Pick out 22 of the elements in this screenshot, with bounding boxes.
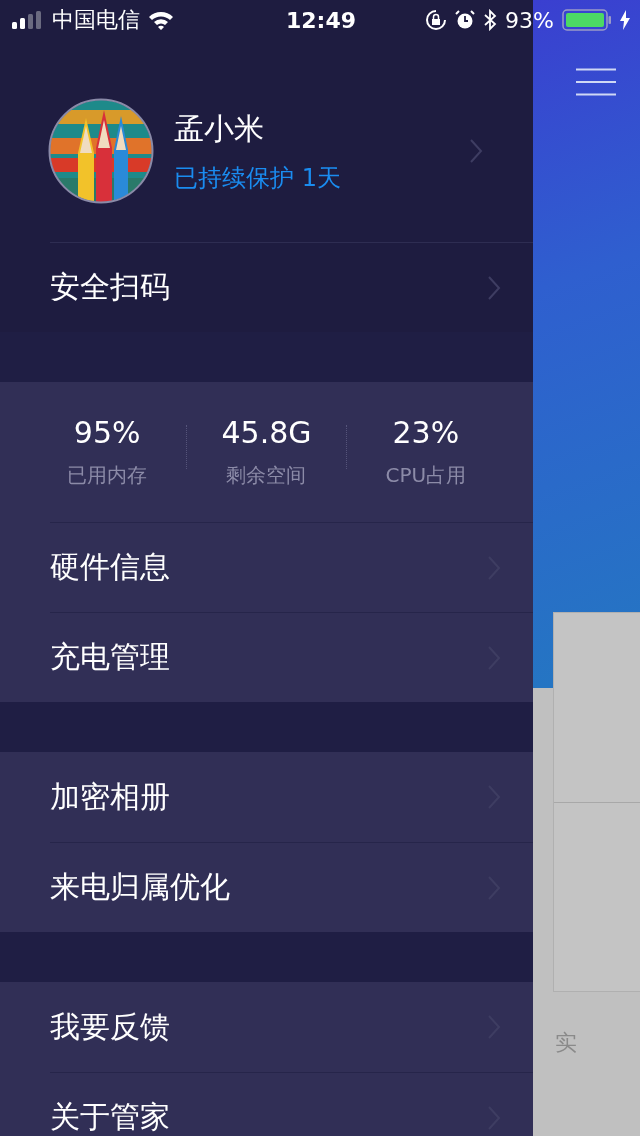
menu-item[interactable]: 我要反馈 [50, 982, 533, 1072]
user-name: 孟小米 [174, 109, 265, 148]
wifi-icon [148, 10, 174, 30]
stat-value: 45.8G [221, 415, 312, 450]
bluetooth-icon [483, 9, 498, 31]
signal-icon [12, 11, 44, 29]
charging-icon [620, 10, 630, 30]
stat-value: 95% [73, 415, 141, 450]
stat-label: 剩余空间 [226, 462, 307, 489]
carrier-name: 中国电信 [52, 6, 140, 34]
rotation-lock-icon [425, 9, 448, 31]
chevron-icon [469, 138, 483, 164]
stat-label: 已用内存 [67, 462, 148, 489]
menu-icon[interactable] [575, 68, 617, 96]
stat-value: 23% [392, 415, 460, 450]
alarm-icon [455, 10, 476, 30]
clock-time: 12:49 [286, 7, 356, 33]
menu-item[interactable]: 加密相册 [50, 752, 533, 842]
stat-label: CPU占用 [385, 462, 467, 489]
protection-status: 已持续保护 1天 [174, 162, 342, 194]
chevron-icon [487, 274, 501, 301]
battery-icon [562, 9, 612, 31]
